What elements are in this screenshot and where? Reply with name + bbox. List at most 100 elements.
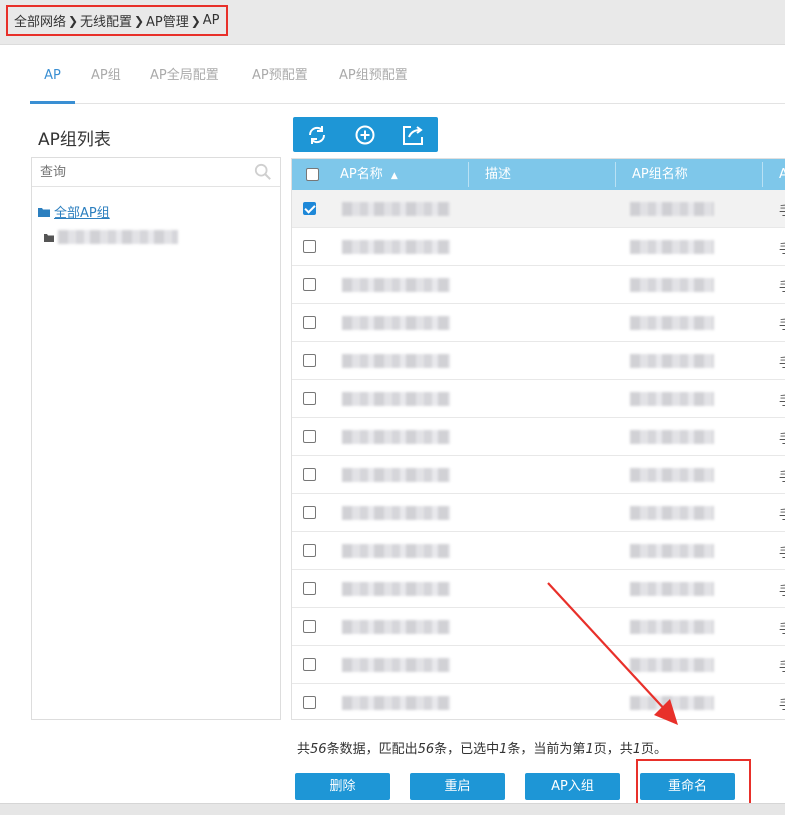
row-checkbox[interactable]: [303, 430, 316, 443]
cell-truncated: 手: [779, 352, 785, 371]
table-row[interactable]: 手: [292, 266, 785, 304]
row-checkbox[interactable]: [303, 658, 316, 671]
search-input[interactable]: [32, 158, 252, 186]
redacted-ap-name: [342, 620, 450, 634]
cell-truncated: 手: [779, 656, 785, 675]
add-icon: [355, 125, 375, 144]
cell-truncated: 手: [779, 694, 785, 713]
restart-button[interactable]: 重启: [410, 773, 505, 800]
column-divider: [615, 162, 616, 187]
row-checkbox[interactable]: [303, 392, 316, 405]
bottom-bar: [0, 803, 785, 815]
row-checkbox[interactable]: [303, 506, 316, 519]
row-checkbox[interactable]: [303, 202, 316, 215]
cell-truncated: 手: [779, 390, 785, 409]
ap-group-tree-panel: 全部AP组: [31, 157, 281, 720]
redacted-ap-name: [342, 658, 450, 672]
breadcrumb-item-wireless-config[interactable]: 无线配置: [80, 11, 132, 30]
table-row[interactable]: 手: [292, 494, 785, 532]
redacted-ap-group-name: [630, 202, 714, 216]
add-button[interactable]: [341, 117, 389, 152]
redacted-ap-name: [342, 202, 450, 216]
export-icon: [403, 125, 423, 145]
col-ap-name[interactable]: AP名称 ▲: [340, 159, 398, 190]
row-checkbox[interactable]: [303, 468, 316, 481]
table-row[interactable]: 手: [292, 456, 785, 494]
search-icon[interactable]: [254, 163, 272, 181]
cell-truncated: 手: [779, 504, 785, 523]
redacted-ap-group-name: [630, 506, 714, 520]
join-group-button[interactable]: AP入组: [525, 773, 620, 800]
cell-truncated: 手: [779, 466, 785, 485]
cell-truncated: 手: [779, 542, 785, 561]
row-checkbox[interactable]: [303, 354, 316, 367]
redacted-ap-group-name: [630, 278, 714, 292]
cell-truncated: 手: [779, 618, 785, 637]
table-row[interactable]: 手: [292, 228, 785, 266]
chevron-right-icon: ❯: [67, 13, 79, 28]
tab-ap-global-config[interactable]: AP全局配置: [150, 52, 219, 104]
table-row[interactable]: 手: [292, 342, 785, 380]
table-row[interactable]: 手: [292, 380, 785, 418]
select-all-checkbox[interactable]: [306, 168, 319, 181]
ap-group-list-title: AP组列表: [38, 130, 111, 150]
export-button[interactable]: [389, 117, 437, 152]
cell-truncated: 手: [779, 314, 785, 333]
redacted-ap-group-name: [630, 392, 714, 406]
current-page: 1: [585, 742, 594, 757]
row-checkbox[interactable]: [303, 278, 316, 291]
tree-root-all-ap-groups[interactable]: 全部AP组: [38, 202, 110, 221]
table-header: AP名称 ▲ 描述 AP组名称 A: [292, 159, 785, 190]
redacted-ap-group-name: [630, 316, 714, 330]
tab-ap-group[interactable]: AP组: [91, 52, 121, 104]
column-divider: [468, 162, 469, 187]
table-row[interactable]: 手: [292, 418, 785, 456]
row-checkbox[interactable]: [303, 620, 316, 633]
total-pages: 1: [632, 742, 642, 757]
table-row[interactable]: 手: [292, 684, 785, 719]
table-toolbar: [293, 117, 438, 152]
tab-ap-preconfig[interactable]: AP预配置: [252, 52, 308, 104]
refresh-icon: [308, 125, 326, 144]
redacted-ap-name: [342, 316, 450, 330]
row-checkbox[interactable]: [303, 544, 316, 557]
table-row[interactable]: 手: [292, 532, 785, 570]
cell-truncated: 手: [779, 238, 785, 257]
tab-ap-group-preconfig[interactable]: AP组预配置: [339, 52, 408, 104]
redacted-ap-group-name: [630, 430, 714, 444]
redacted-ap-name: [342, 278, 450, 292]
table-row[interactable]: 手: [292, 190, 785, 228]
total-count: 56: [310, 742, 327, 757]
col-a[interactable]: A: [779, 159, 785, 190]
sort-ascending-icon: ▲: [390, 171, 398, 181]
breadcrumb-item-ap-management[interactable]: AP管理: [146, 11, 189, 30]
delete-button[interactable]: 删除: [295, 773, 390, 800]
table-row[interactable]: 手: [292, 304, 785, 342]
breadcrumb-item-all-network[interactable]: 全部网络: [14, 11, 66, 30]
tab-ap[interactable]: AP: [30, 52, 75, 104]
redacted-ap-group-name: [630, 468, 714, 482]
redacted-ap-name: [342, 468, 450, 482]
folder-icon: [38, 207, 50, 217]
row-checkbox[interactable]: [303, 696, 316, 709]
row-checkbox[interactable]: [303, 240, 316, 253]
row-checkbox[interactable]: [303, 316, 316, 329]
tree-root-label: 全部AP组: [54, 206, 110, 221]
refresh-button[interactable]: [293, 117, 341, 152]
annotation-arrow-icon: [547, 582, 678, 725]
col-description[interactable]: 描述: [485, 159, 511, 190]
redacted-ap-name: [342, 544, 450, 558]
rename-highlight-box: [636, 759, 751, 809]
tab-bar: AP AP组 AP全局配置 AP预配置 AP组预配置: [30, 52, 785, 104]
table-row[interactable]: 手: [292, 570, 785, 608]
tree-item-group[interactable]: [44, 230, 178, 244]
chevron-right-icon: ❯: [134, 13, 145, 28]
table-row[interactable]: 手: [292, 608, 785, 646]
row-checkbox[interactable]: [303, 582, 316, 595]
table-row[interactable]: 手: [292, 646, 785, 684]
col-ap-group-name[interactable]: AP组名称: [632, 159, 688, 190]
top-bar: 全部网络 ❯ 无线配置 ❯ AP管理 ❯ AP: [0, 0, 785, 45]
folder-icon: [44, 233, 54, 242]
redacted-ap-group-name: [630, 354, 714, 368]
redacted-group-name: [58, 230, 178, 244]
